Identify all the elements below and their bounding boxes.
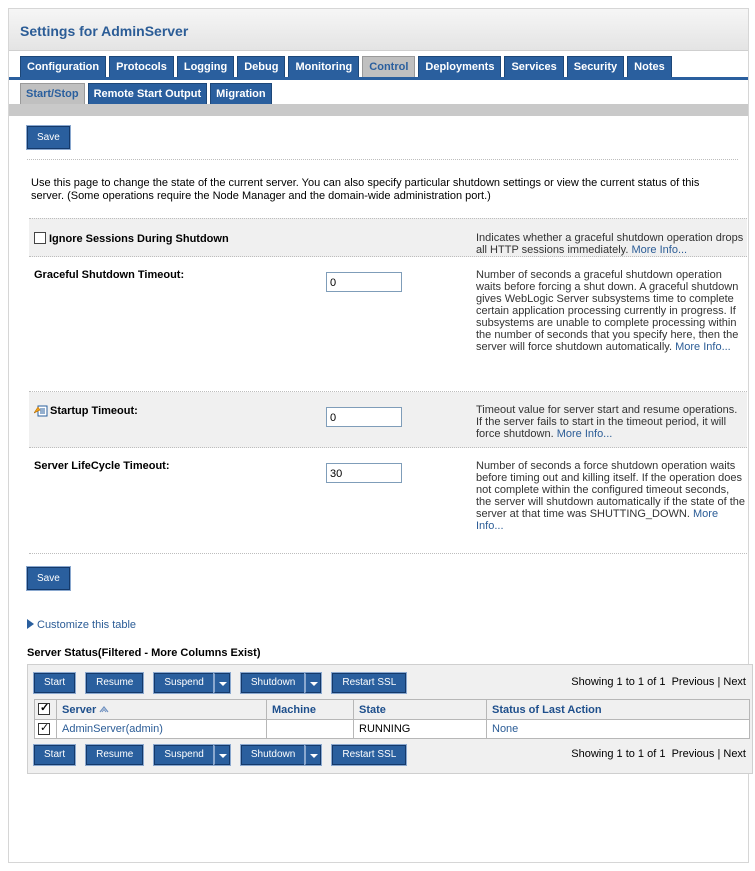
startup-timeout-desc: Timeout value for server start and resum… — [476, 404, 738, 440]
config-lock-icon — [34, 405, 48, 417]
subtab-remote-start-output[interactable]: Remote Start Output — [87, 83, 208, 104]
expand-triangle-icon — [27, 619, 34, 629]
more-info-link[interactable]: More Info... — [675, 341, 731, 353]
tab-security[interactable]: Security — [566, 56, 625, 77]
table-header-row: Server Machine State Status of Last Acti… — [34, 699, 750, 720]
setting-lifecycle-timeout: Server LifeCycle Timeout: 30 Number of s… — [29, 448, 747, 554]
shutdown-button[interactable]: Shutdown — [239, 672, 307, 694]
lifecycle-timeout-input[interactable]: 30 — [326, 463, 402, 483]
tab-protocols[interactable]: Protocols — [109, 56, 174, 77]
main-tabs: Configuration Protocols Logging Debug Mo… — [9, 51, 748, 77]
state-cell: RUNNING — [353, 719, 487, 739]
start-button[interactable]: Start — [32, 744, 77, 766]
shutdown-button[interactable]: Shutdown — [239, 744, 307, 766]
settings-panel: Settings for AdminServer Configuration P… — [8, 8, 753, 863]
column-header-server[interactable]: Server — [56, 699, 267, 720]
intro-text: Use this page to change the state of the… — [31, 177, 700, 202]
select-all-checkbox[interactable] — [38, 701, 50, 715]
table-toolbar-top: Start Resume Suspend Shutdown Restart SS… — [32, 672, 748, 694]
customize-table-link[interactable]: Customize this table — [27, 619, 738, 631]
setting-graceful-shutdown-timeout: Graceful Shutdown Timeout: 0 Number of s… — [29, 257, 747, 392]
restart-ssl-button[interactable]: Restart SSL — [331, 672, 408, 694]
page-title: Settings for AdminServer — [20, 23, 189, 39]
column-header-state[interactable]: State — [353, 699, 487, 720]
pager-showing: Showing 1 to 1 of 1 — [571, 676, 666, 688]
shutdown-dropdown-icon[interactable] — [304, 744, 323, 766]
startup-timeout-input[interactable]: 0 — [326, 407, 402, 427]
suspend-button[interactable]: Suspend — [153, 744, 215, 766]
pager-showing: Showing 1 to 1 of 1 — [571, 748, 666, 760]
subtab-migration[interactable]: Migration — [210, 83, 272, 104]
graceful-shutdown-timeout-input[interactable]: 0 — [326, 272, 402, 292]
divider — [27, 159, 738, 160]
tab-notes[interactable]: Notes — [627, 56, 672, 77]
table-toolbar-bottom: Start Resume Suspend Shutdown Restart SS… — [32, 744, 748, 766]
save-button-top[interactable]: Save — [26, 125, 71, 150]
shutdown-dropdown-icon[interactable] — [304, 672, 323, 694]
pager-next[interactable]: Next — [723, 748, 746, 760]
ignore-sessions-desc: Indicates whether a graceful shutdown op… — [476, 232, 744, 256]
table-title: Server Status(Filtered - More Columns Ex… — [27, 647, 261, 659]
suspend-dropdown-icon[interactable] — [212, 744, 231, 766]
shutdown-split-button: Shutdown — [239, 744, 323, 766]
last-action-status-link[interactable]: None — [492, 723, 518, 735]
suspend-button[interactable]: Suspend — [153, 672, 215, 694]
more-info-link[interactable]: More Info... — [557, 428, 613, 440]
setting-startup-timeout: Startup Timeout: 0 Timeout value for ser… — [29, 392, 747, 448]
graceful-shutdown-timeout-desc: Number of seconds a graceful shutdown op… — [476, 269, 739, 353]
pager-previous[interactable]: Previous — [672, 676, 715, 688]
tab-deployments[interactable]: Deployments — [418, 56, 502, 77]
content-area: Save Use this page to change the state o… — [9, 116, 753, 774]
lifecycle-timeout-desc: Number of seconds a force shutdown opera… — [476, 460, 746, 532]
suspend-split-button: Suspend — [153, 672, 231, 694]
title-bar: Settings for AdminServer — [9, 9, 748, 51]
lifecycle-timeout-label: Server LifeCycle Timeout: — [34, 460, 170, 472]
setting-ignore-sessions: Ignore Sessions During Shutdown Indicate… — [29, 218, 747, 257]
tab-services[interactable]: Services — [504, 56, 564, 77]
resume-button[interactable]: Resume — [85, 672, 145, 694]
server-status-table: Server Machine State Status of Last Acti… — [34, 699, 750, 739]
restart-ssl-button[interactable]: Restart SSL — [331, 744, 408, 766]
pager-previous[interactable]: Previous — [672, 748, 715, 760]
ignore-sessions-label: Ignore Sessions During Shutdown — [49, 233, 229, 245]
start-button[interactable]: Start — [32, 672, 77, 694]
graceful-shutdown-timeout-label: Graceful Shutdown Timeout: — [34, 269, 185, 281]
subtab-start-stop[interactable]: Start/Stop — [20, 83, 85, 104]
tab-debug[interactable]: Debug — [237, 56, 286, 77]
row-checkbox[interactable] — [38, 721, 50, 735]
table-row: AdminServer(admin) RUNNING None — [34, 719, 750, 739]
resume-button[interactable]: Resume — [85, 744, 145, 766]
tab-control[interactable]: Control — [362, 56, 416, 77]
server-link[interactable]: AdminServer(admin) — [62, 723, 163, 735]
sort-icon — [99, 705, 109, 712]
sub-tabs: Start/Stop Remote Start Output Migration — [9, 77, 748, 104]
shutdown-split-button: Shutdown — [239, 672, 323, 694]
server-status-table-box: Start Resume Suspend Shutdown Restart SS… — [27, 664, 753, 774]
machine-cell — [266, 719, 354, 739]
pager: Showing 1 to 1 of 1 Previous | Next — [571, 676, 746, 688]
more-info-link[interactable]: More Info... — [631, 244, 687, 256]
pager: Showing 1 to 1 of 1 Previous | Next — [571, 748, 746, 760]
tab-monitoring[interactable]: Monitoring — [288, 56, 360, 77]
ignore-sessions-checkbox[interactable] — [34, 232, 46, 244]
pager-next[interactable]: Next — [723, 676, 746, 688]
column-header-machine[interactable]: Machine — [266, 699, 354, 720]
save-button-bottom[interactable]: Save — [26, 566, 71, 591]
column-header-status[interactable]: Status of Last Action — [486, 699, 750, 720]
tab-logging[interactable]: Logging — [176, 56, 235, 77]
startup-timeout-label: Startup Timeout: — [50, 405, 138, 417]
suspend-split-button: Suspend — [153, 744, 231, 766]
tab-configuration[interactable]: Configuration — [20, 56, 107, 77]
tab-content-divider — [9, 104, 748, 116]
suspend-dropdown-icon[interactable] — [212, 672, 231, 694]
